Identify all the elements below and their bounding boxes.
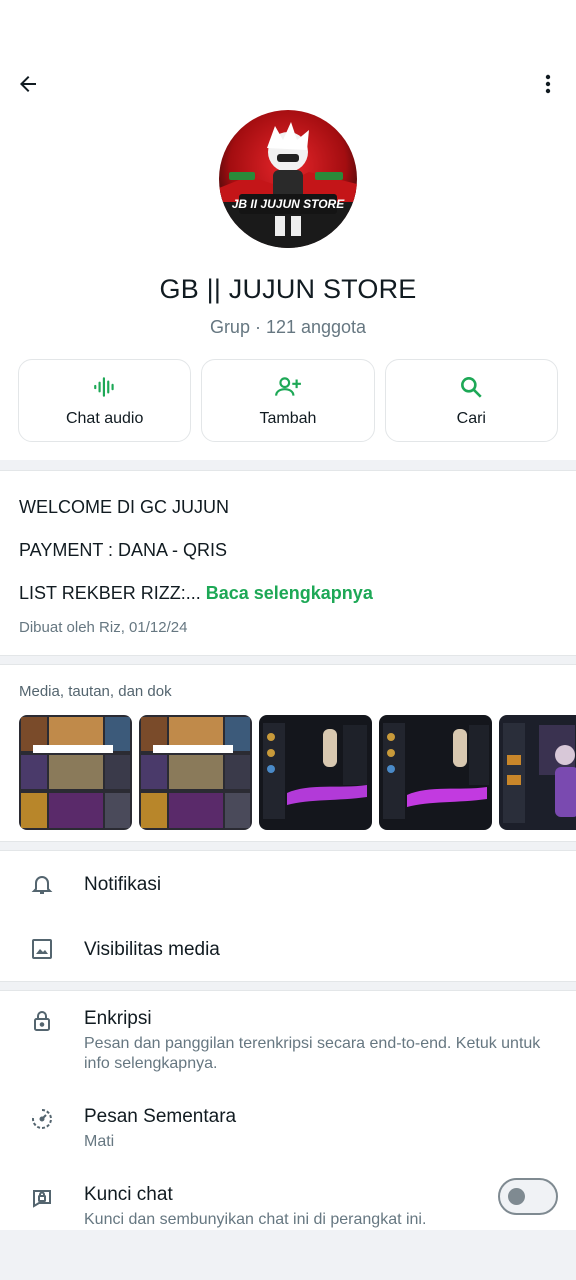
media-thumb[interactable] bbox=[499, 715, 576, 830]
group-member-count: Grup · 121 anggota bbox=[209, 317, 367, 337]
media-thumb[interactable] bbox=[259, 715, 372, 830]
chat-lock-toggle[interactable] bbox=[498, 1178, 558, 1215]
disappearing-messages-title: Pesan Sementara bbox=[84, 1106, 237, 1127]
group-description[interactable]: WELCOME DI GC JUJUN PAYMENT : DANA - QRI… bbox=[0, 470, 576, 656]
add-member-label: Tambah bbox=[259, 409, 317, 427]
profile-header: JB II JUJUN STORE GB || JUJUN STORE Grup… bbox=[0, 0, 576, 460]
add-member-button[interactable]: Tambah bbox=[201, 359, 375, 442]
disappearing-messages-row[interactable]: Pesan Sementara Mati bbox=[0, 1091, 576, 1167]
media-title[interactable]: Media, tautan, dan dok bbox=[19, 683, 172, 700]
notifications-row[interactable]: Notifikasi bbox=[0, 851, 576, 917]
toggle-knob bbox=[508, 1188, 525, 1205]
chat-audio-label: Chat audio bbox=[65, 409, 144, 427]
action-buttons: Chat audio Tambah Cari bbox=[18, 359, 558, 442]
search-icon bbox=[461, 376, 482, 398]
media-thumb[interactable] bbox=[139, 715, 252, 830]
description-line-3: LIST REKBER RIZZ:... bbox=[19, 583, 201, 603]
description-line-1: WELCOME DI GC JUJUN bbox=[19, 497, 230, 517]
audio-wave-icon bbox=[93, 376, 114, 397]
more-options-button[interactable] bbox=[532, 68, 564, 100]
settings-group-2: Enkripsi Pesan dan panggilan terenkripsi… bbox=[0, 990, 576, 1230]
lock-icon bbox=[28, 1007, 56, 1035]
media-thumb[interactable] bbox=[19, 715, 132, 830]
media-visibility-row[interactable]: Visibilitas media bbox=[0, 917, 576, 983]
media-visibility-label: Visibilitas media bbox=[84, 939, 220, 960]
encryption-row[interactable]: Enkripsi Pesan dan panggilan terenkripsi… bbox=[0, 991, 576, 1091]
notifications-label: Notifikasi bbox=[84, 874, 162, 895]
image-icon bbox=[28, 935, 56, 963]
read-more-link[interactable]: Baca selengkapnya bbox=[206, 583, 373, 603]
media-thumbnails bbox=[19, 715, 576, 830]
encryption-title: Enkripsi bbox=[84, 1008, 152, 1029]
more-vertical-icon bbox=[545, 74, 551, 94]
description-line-2: PAYMENT : DANA - QRIS bbox=[19, 540, 228, 560]
back-button[interactable] bbox=[12, 68, 44, 100]
bell-icon bbox=[28, 870, 56, 898]
search-button[interactable]: Cari bbox=[384, 359, 558, 442]
media-thumb[interactable] bbox=[379, 715, 492, 830]
chat-lock-description: Kunci dan sembunyikan chat ini di perang… bbox=[84, 1211, 427, 1228]
group-avatar[interactable]: JB II JUJUN STORE bbox=[219, 110, 357, 248]
settings-group-1: Notifikasi Visibilitas media bbox=[0, 850, 576, 982]
arrow-left-icon bbox=[20, 76, 36, 92]
search-label: Cari bbox=[456, 409, 486, 427]
chat-lock-row[interactable]: Kunci chat Kunci dan sembunyikan chat in… bbox=[0, 1167, 576, 1231]
group-name: GB || JUJUN STORE bbox=[159, 274, 417, 304]
chat-audio-button[interactable]: Chat audio bbox=[18, 359, 192, 442]
chat-lock-title: Kunci chat bbox=[84, 1184, 173, 1205]
created-by: Dibuat oleh Riz, 01/12/24 bbox=[19, 619, 188, 636]
add-person-icon bbox=[275, 376, 301, 396]
chat-lock-icon bbox=[28, 1183, 56, 1211]
disappearing-messages-status: Mati bbox=[84, 1133, 115, 1150]
avatar-logo-text: JB II JUJUN STORE bbox=[232, 197, 345, 211]
media-section: Media, tautan, dan dok bbox=[0, 664, 576, 842]
timer-icon bbox=[28, 1105, 56, 1133]
encryption-description: Pesan dan panggilan terenkripsi secara e… bbox=[84, 1035, 541, 1072]
